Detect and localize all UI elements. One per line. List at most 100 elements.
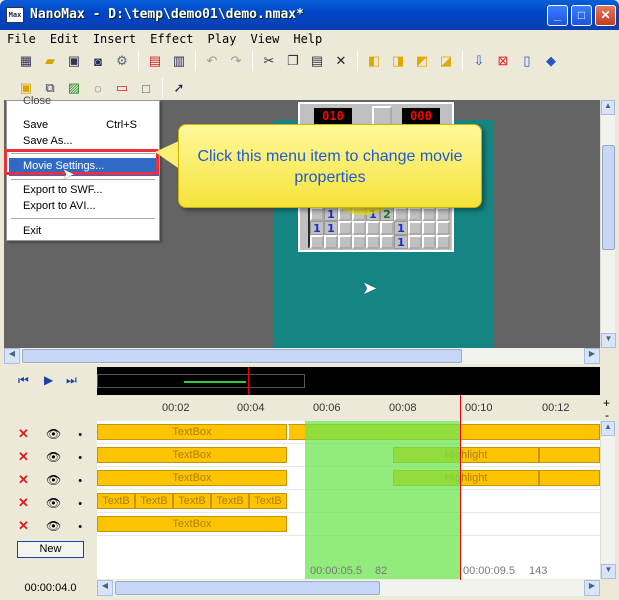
eye-icon[interactable]: 👁 — [46, 496, 61, 510]
dot-icon[interactable]: • — [78, 521, 82, 533]
skip-to-end-icon[interactable]: ⏭ — [66, 373, 77, 388]
track-bar[interactable]: TextB — [211, 493, 249, 509]
scroll-up-icon[interactable]: ▲ — [601, 100, 615, 115]
scroll-thumb[interactable] — [22, 349, 462, 363]
separator — [252, 51, 253, 71]
separator — [138, 51, 139, 71]
open-folder-icon[interactable]: ▰ — [40, 51, 60, 71]
eye-icon[interactable]: 👁 — [46, 473, 61, 487]
pointer-icon[interactable]: ➚ — [169, 78, 189, 98]
speech-bubble-icon[interactable]: ◌ — [88, 78, 108, 98]
undo-icon[interactable]: ↶ — [202, 51, 222, 71]
separator — [462, 51, 463, 71]
timeline-horizontal-scrollbar[interactable]: ◀ ▶ — [97, 580, 600, 596]
menu-item-save-as[interactable]: Save As... — [23, 135, 73, 147]
redo-icon[interactable]: ↷ — [226, 51, 246, 71]
copy-icon[interactable]: ❐ — [283, 51, 303, 71]
menu-insert[interactable]: Insert — [86, 30, 143, 48]
delete-track-icon[interactable]: ✕ — [18, 449, 29, 464]
selection-end-frame: 143 — [529, 565, 548, 577]
menu-item-export-swf[interactable]: Export to SWF... — [23, 184, 102, 196]
export-icon[interactable]: ▥ — [169, 51, 189, 71]
zoom-out-button[interactable]: - — [605, 408, 609, 422]
track-bar[interactable]: TextBox — [97, 447, 287, 463]
close-button[interactable]: ✕ — [595, 5, 616, 26]
dot-icon[interactable]: • — [78, 429, 82, 441]
delete-track-icon[interactable]: ✕ — [18, 518, 29, 533]
scroll-thumb[interactable] — [602, 145, 615, 250]
track-bar[interactable] — [539, 470, 600, 486]
dot-icon[interactable]: • — [78, 475, 82, 487]
menu-item-save[interactable]: Save — [23, 119, 48, 131]
track-bar[interactable] — [539, 447, 600, 463]
eye-icon[interactable]: 👁 — [46, 519, 61, 533]
eye-icon[interactable]: 👁 — [46, 427, 61, 441]
scroll-right-icon[interactable]: ▶ — [584, 580, 600, 596]
export-pdf-icon[interactable]: ▤ — [145, 51, 165, 71]
minimize-button[interactable]: _ — [547, 5, 568, 26]
timeline-vertical-scrollbar[interactable]: ▲ ▼ — [600, 421, 616, 579]
send-to-back-icon[interactable]: ◪ — [436, 51, 456, 71]
canvas-horizontal-scrollbar[interactable]: ◀ ▶ — [4, 348, 600, 364]
bring-forward-icon[interactable]: ◧ — [364, 51, 384, 71]
new-track-button[interactable]: New — [17, 541, 84, 558]
mine-cell — [352, 221, 366, 235]
dot-icon[interactable]: • — [78, 498, 82, 510]
delete-track-icon[interactable]: ✕ — [18, 426, 29, 441]
scroll-thumb[interactable] — [115, 581, 380, 595]
scroll-right-icon[interactable]: ▶ — [584, 348, 600, 364]
play-icon[interactable]: ▶ — [44, 373, 53, 387]
send-backward-icon[interactable]: ◨ — [388, 51, 408, 71]
track-bar[interactable]: TextBox — [97, 470, 287, 486]
timeline-tracks[interactable]: TextBox TextBox Highlight TextBox Highli… — [97, 421, 600, 579]
menu-play[interactable]: Play — [201, 30, 244, 48]
box-icon[interactable]: □ — [136, 78, 156, 98]
gear-icon[interactable]: ⚙ — [112, 51, 132, 71]
menu-edit[interactable]: Edit — [43, 30, 86, 48]
selection-range[interactable] — [305, 421, 460, 579]
canvas-vertical-scrollbar[interactable]: ▲ ▼ — [600, 100, 616, 348]
track-controls-row: ✕ 👁 • — [18, 426, 82, 442]
split-icon[interactable]: ◆ — [541, 51, 561, 71]
import-icon[interactable]: ⇩ — [469, 51, 489, 71]
track-bar[interactable]: TextB — [173, 493, 211, 509]
menu-file[interactable]: File — [0, 30, 43, 48]
menu-view[interactable]: View — [243, 30, 286, 48]
maximize-button[interactable]: □ — [571, 5, 592, 26]
menu-help[interactable]: Help — [286, 30, 329, 48]
paste-icon[interactable]: ▤ — [307, 51, 327, 71]
picture-icon[interactable]: ▨ — [64, 78, 84, 98]
rectangle-icon[interactable]: ▭ — [112, 78, 132, 98]
new-icon[interactable]: ▦ — [16, 51, 36, 71]
scroll-down-icon[interactable]: ▼ — [601, 333, 616, 348]
remove-frame-icon[interactable]: ⊠ — [493, 51, 513, 71]
dot-icon[interactable]: • — [78, 452, 82, 464]
skip-to-start-icon[interactable]: ⏮ — [18, 373, 29, 388]
menu-item-close[interactable]: Close — [23, 95, 51, 107]
delete-track-icon[interactable]: ✕ — [18, 472, 29, 487]
scroll-down-icon[interactable]: ▼ — [601, 564, 616, 579]
scroll-up-icon[interactable]: ▲ — [601, 421, 615, 436]
track-bar[interactable]: TextBox — [97, 424, 287, 440]
track-bar[interactable]: TextB — [249, 493, 287, 509]
menu-item-exit[interactable]: Exit — [23, 225, 41, 237]
mine-cell: 1 — [310, 221, 324, 235]
delete-icon[interactable]: ✕ — [331, 51, 351, 71]
frame-icon[interactable]: ▯ — [517, 51, 537, 71]
scroll-left-icon[interactable]: ◀ — [4, 348, 20, 364]
eye-icon[interactable]: 👁 — [46, 450, 61, 464]
window-title: NanoMax - D:\temp\demo01\demo.nmax* — [30, 7, 304, 22]
delete-track-icon[interactable]: ✕ — [18, 495, 29, 510]
playhead[interactable] — [460, 395, 461, 580]
track-controls-row: ✕ 👁 • — [18, 472, 82, 488]
menu-effect[interactable]: Effect — [143, 30, 200, 48]
movie-settings-icon[interactable]: ◙ — [88, 51, 108, 71]
track-bar[interactable]: TextBox — [97, 516, 287, 532]
menu-item-export-avi[interactable]: Export to AVI... — [23, 200, 96, 212]
bring-to-front-icon[interactable]: ◩ — [412, 51, 432, 71]
track-bar[interactable]: TextB — [135, 493, 173, 509]
cut-icon[interactable]: ✂ — [259, 51, 279, 71]
track-bar[interactable]: TextB — [97, 493, 135, 509]
scroll-left-icon[interactable]: ◀ — [97, 580, 113, 596]
save-icon[interactable]: ▣ — [64, 51, 84, 71]
